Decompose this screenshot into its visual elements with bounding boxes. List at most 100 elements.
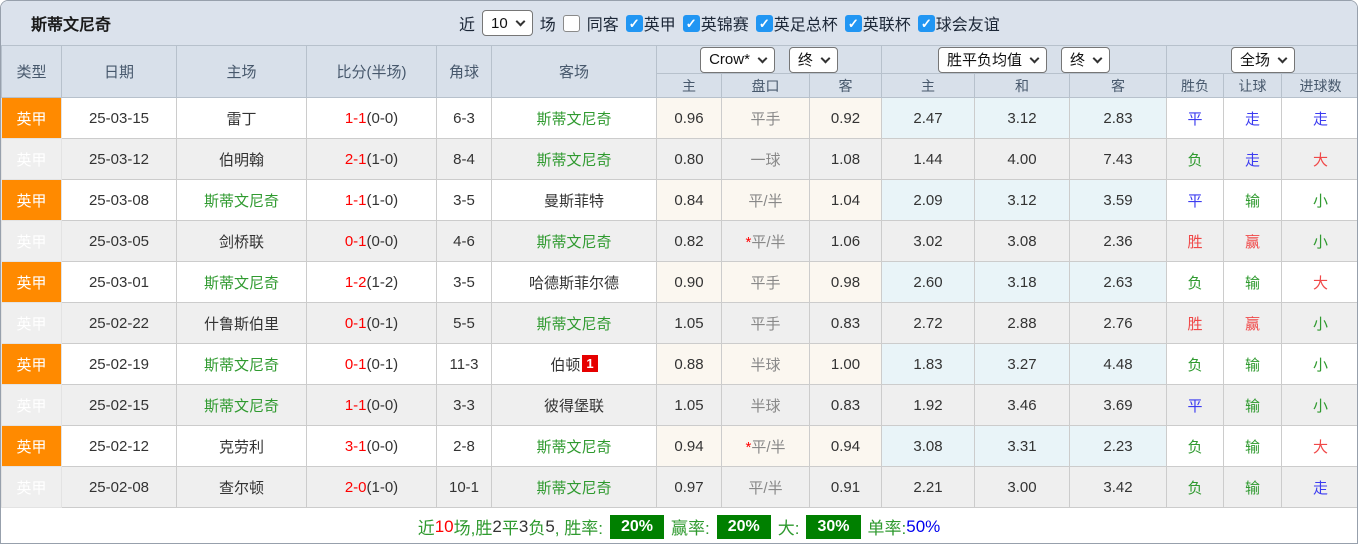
- bookmaker-value: Crow*: [709, 51, 750, 68]
- handicap-result-cell: 赢: [1224, 221, 1282, 262]
- eu-draw-odds-cell: 4.00: [975, 139, 1070, 180]
- sub-header-ah-home: 主: [657, 74, 722, 98]
- check-icon: ✓: [921, 17, 932, 30]
- home-team-cell: 斯蒂文尼奇: [177, 180, 307, 221]
- halftime-score: (0-0): [367, 233, 399, 250]
- check-icon: ✓: [759, 17, 770, 30]
- away-team-cell: 伯顿1: [492, 344, 657, 385]
- away-team-name: 斯蒂文尼奇: [536, 439, 611, 456]
- odds-stage-select[interactable]: 终: [1061, 47, 1110, 73]
- result-group-header: 全场: [1167, 46, 1358, 74]
- ah-away-odds-cell: 0.94: [810, 426, 882, 467]
- eu-home-odds-cell: 3.02: [882, 221, 975, 262]
- corners-cell: 4-6: [437, 221, 492, 262]
- sub-header-ah-away: 客: [810, 74, 882, 98]
- goals-result-cell: 小: [1282, 221, 1358, 262]
- away-team-name: 斯蒂文尼奇: [536, 111, 611, 128]
- eu-home-odds-cell: 1.83: [882, 344, 975, 385]
- handicap-text: 平/半: [748, 480, 782, 497]
- ah-home-odds-cell: 0.84: [657, 180, 722, 221]
- league-filter: ✓ 英足总杯: [756, 11, 838, 35]
- home-team-cell: 斯蒂文尼奇: [177, 262, 307, 303]
- check-icon: ✓: [686, 17, 697, 30]
- wdl-result-cell: 胜: [1167, 221, 1224, 262]
- odds-stage-value: 终: [1070, 49, 1085, 70]
- summary-text: , 胜率:: [555, 514, 603, 539]
- same-venue-label: 同客: [587, 11, 619, 35]
- recent-count-select[interactable]: 10: [482, 10, 533, 36]
- halftime-score: (1-2): [367, 274, 399, 291]
- date-cell: 25-03-12: [62, 139, 177, 180]
- handicap-cell: 一球: [722, 139, 810, 180]
- ah-away-odds-cell: 0.98: [810, 262, 882, 303]
- away-team-name: 斯蒂文尼奇: [536, 234, 611, 251]
- league-cell: 英甲: [2, 139, 62, 180]
- league-checkbox[interactable]: ✓: [683, 15, 700, 32]
- league-label: 英足总杯: [774, 11, 838, 35]
- fulltime-score: 0-1: [345, 233, 367, 250]
- chevron-down-icon: [820, 53, 830, 63]
- top-bar: 斯蒂文尼奇 近 10 场 ✓ 同客 ✓ 英甲 ✓ 英锦赛 ✓ 英足总杯: [1, 1, 1357, 45]
- over-rate-badge: 30%: [806, 515, 860, 539]
- sub-header-goals-result: 进球数: [1282, 74, 1358, 98]
- chevron-down-icon: [1030, 53, 1040, 63]
- summary-text: 场,胜: [454, 514, 493, 539]
- scope-select[interactable]: 全场: [1231, 47, 1295, 73]
- league-checkbox[interactable]: ✓: [626, 15, 643, 32]
- ah-home-odds-cell: 0.82: [657, 221, 722, 262]
- home-team-cell: 伯明翰: [177, 139, 307, 180]
- score-cell: 3-1(0-0): [307, 426, 437, 467]
- league-checkbox[interactable]: ✓: [756, 15, 773, 32]
- match-row: 英甲 25-03-08 斯蒂文尼奇 1-1(1-0) 3-5 曼斯菲特 0.84…: [2, 180, 1358, 221]
- league-cell: 英甲: [2, 385, 62, 426]
- eu-home-odds-cell: 2.60: [882, 262, 975, 303]
- handicap-text: 半球: [750, 398, 780, 415]
- match-row: 英甲 25-03-01 斯蒂文尼奇 1-2(1-2) 3-5 哈德斯菲尔德 0.…: [2, 262, 1358, 303]
- ah-home-odds-cell: 0.90: [657, 262, 722, 303]
- away-team-name: 斯蒂文尼奇: [536, 152, 611, 169]
- league-cell: 英甲: [2, 221, 62, 262]
- goals-result-cell: 小: [1282, 385, 1358, 426]
- goals-result-cell: 大: [1282, 139, 1358, 180]
- handicap-cell: 半球: [722, 344, 810, 385]
- eu-draw-odds-cell: 3.46: [975, 385, 1070, 426]
- chevron-down-icon: [1278, 53, 1288, 63]
- ah-home-odds-cell: 0.94: [657, 426, 722, 467]
- corners-cell: 8-4: [437, 139, 492, 180]
- matches-label: 场: [540, 11, 556, 35]
- away-team-cell: 斯蒂文尼奇: [492, 98, 657, 139]
- league-checkbox[interactable]: ✓: [918, 15, 935, 32]
- sub-header-wdl: 胜负: [1167, 74, 1224, 98]
- league-cell: 英甲: [2, 303, 62, 344]
- away-team-name: 斯蒂文尼奇: [536, 480, 611, 497]
- corners-cell: 5-5: [437, 303, 492, 344]
- cover-rate-label: 赢率:: [671, 514, 710, 539]
- odds-average-select[interactable]: 胜平负均值: [938, 47, 1047, 73]
- league-checkbox[interactable]: ✓: [845, 15, 862, 32]
- eu-away-odds-cell: 3.59: [1070, 180, 1167, 221]
- goals-result-cell: 小: [1282, 303, 1358, 344]
- match-row: 英甲 25-02-15 斯蒂文尼奇 1-1(0-0) 3-3 彼得堡联 1.05…: [2, 385, 1358, 426]
- ah-away-odds-cell: 0.83: [810, 303, 882, 344]
- wdl-result-cell: 胜: [1167, 303, 1224, 344]
- handicap-text: 半球: [750, 357, 780, 374]
- away-team-cell: 斯蒂文尼奇: [492, 221, 657, 262]
- same-venue-checkbox[interactable]: ✓: [563, 15, 580, 32]
- handicap-cell: *平/半: [722, 426, 810, 467]
- match-row: 英甲 25-03-12 伯明翰 2-1(1-0) 8-4 斯蒂文尼奇 0.80 …: [2, 139, 1358, 180]
- away-team-cell: 斯蒂文尼奇: [492, 303, 657, 344]
- away-team-name: 彼得堡联: [544, 398, 604, 415]
- sub-header-handicap: 盘口: [722, 74, 810, 98]
- match-row: 英甲 25-02-12 克劳利 3-1(0-0) 2-8 斯蒂文尼奇 0.94 …: [2, 426, 1358, 467]
- score-cell: 0-1(0-1): [307, 344, 437, 385]
- eu-away-odds-cell: 2.36: [1070, 221, 1167, 262]
- date-cell: 25-03-08: [62, 180, 177, 221]
- league-cell: 英甲: [2, 467, 62, 508]
- recent-count-value: 10: [491, 15, 508, 32]
- league-cell: 英甲: [2, 426, 62, 467]
- bookmaker-select[interactable]: Crow*: [700, 47, 775, 73]
- score-cell: 1-2(1-2): [307, 262, 437, 303]
- halftime-score: (0-0): [367, 397, 399, 414]
- eu-home-odds-cell: 1.44: [882, 139, 975, 180]
- bookmaker-stage-select[interactable]: 终: [789, 47, 838, 73]
